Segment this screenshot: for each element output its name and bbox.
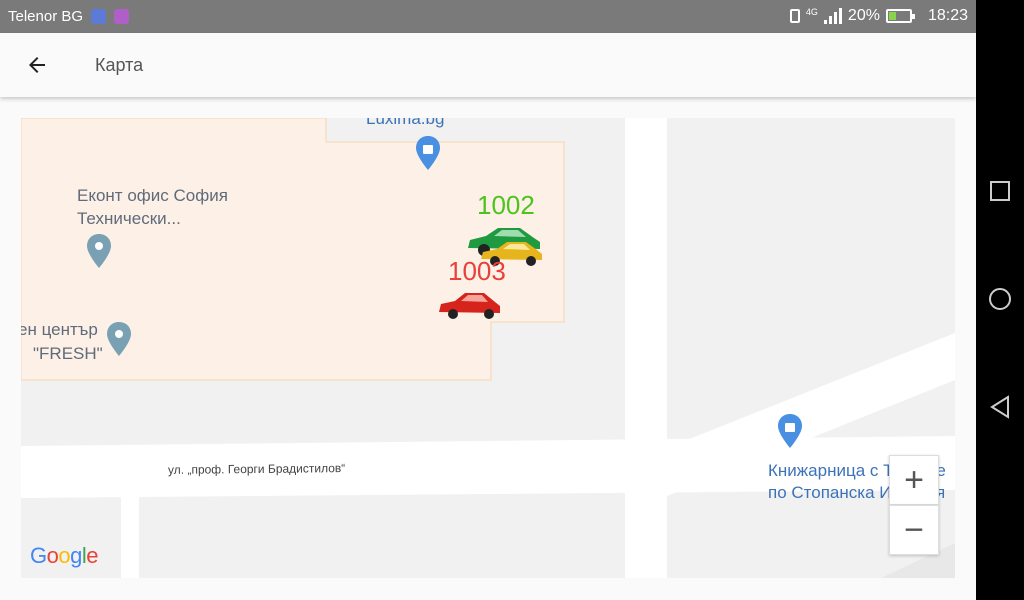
status-bar: Telenor BG 4G 20% 18:23 — [0, 0, 976, 33]
zoom-in-button[interactable]: + — [889, 455, 939, 505]
clock: 18:23 — [927, 7, 968, 24]
street-label: ул. „проф. Георги Брадистилов“ — [167, 461, 346, 477]
poi-fresh-label-line1[interactable]: ен център — [21, 319, 98, 341]
map-pin-icon[interactable] — [107, 322, 131, 356]
vehicle-label[interactable]: 1003 — [448, 256, 506, 287]
square-icon — [990, 181, 1010, 201]
carrier-name: Telenor BG — [8, 8, 84, 25]
red-car-icon[interactable] — [436, 288, 502, 322]
arrow-left-icon — [29, 57, 45, 73]
recents-button[interactable] — [986, 177, 1014, 205]
battery-icon — [885, 9, 915, 23]
gallery-notification-icon — [114, 9, 130, 24]
circle-icon — [989, 288, 1011, 310]
navigation-bar — [976, 0, 1024, 600]
zoom-out-button[interactable]: − — [889, 505, 939, 555]
shopping-pin-icon[interactable] — [416, 136, 440, 170]
vibrate-icon — [789, 9, 800, 23]
map-pin-icon[interactable] — [87, 234, 111, 268]
network-type: 4G — [805, 7, 818, 17]
shopping-pin-icon[interactable] — [778, 414, 802, 448]
google-logo: Google — [30, 543, 99, 568]
vehicle-label[interactable]: 1002 — [477, 190, 535, 221]
app-bar: Карта — [0, 33, 976, 97]
poi-econt-label-line2[interactable]: Технически... — [77, 208, 181, 230]
screen: Telenor BG 4G 20% 18:23 Карта Luxima.bg … — [0, 0, 976, 600]
battery-percent: 20% — [847, 7, 880, 24]
map-view[interactable]: Luxima.bg Еконт офис София Технически...… — [21, 118, 955, 578]
page-title: Карта — [95, 55, 144, 75]
back-button[interactable] — [14, 43, 60, 87]
triangle-back-icon — [990, 395, 1009, 419]
back-nav-button[interactable] — [986, 393, 1014, 421]
poi-fresh-label-line2[interactable]: "FRESH" — [33, 343, 103, 365]
signal-icon — [823, 8, 842, 24]
location-notification-icon — [91, 9, 107, 24]
home-button[interactable] — [986, 285, 1014, 313]
poi-econt-label-line1[interactable]: Еконт офис София — [77, 185, 228, 207]
status-right: 4G 20% 18:23 — [789, 7, 968, 25]
status-left: Telenor BG — [8, 8, 130, 25]
poi-luxima-label[interactable]: Luxima.bg — [366, 118, 444, 130]
